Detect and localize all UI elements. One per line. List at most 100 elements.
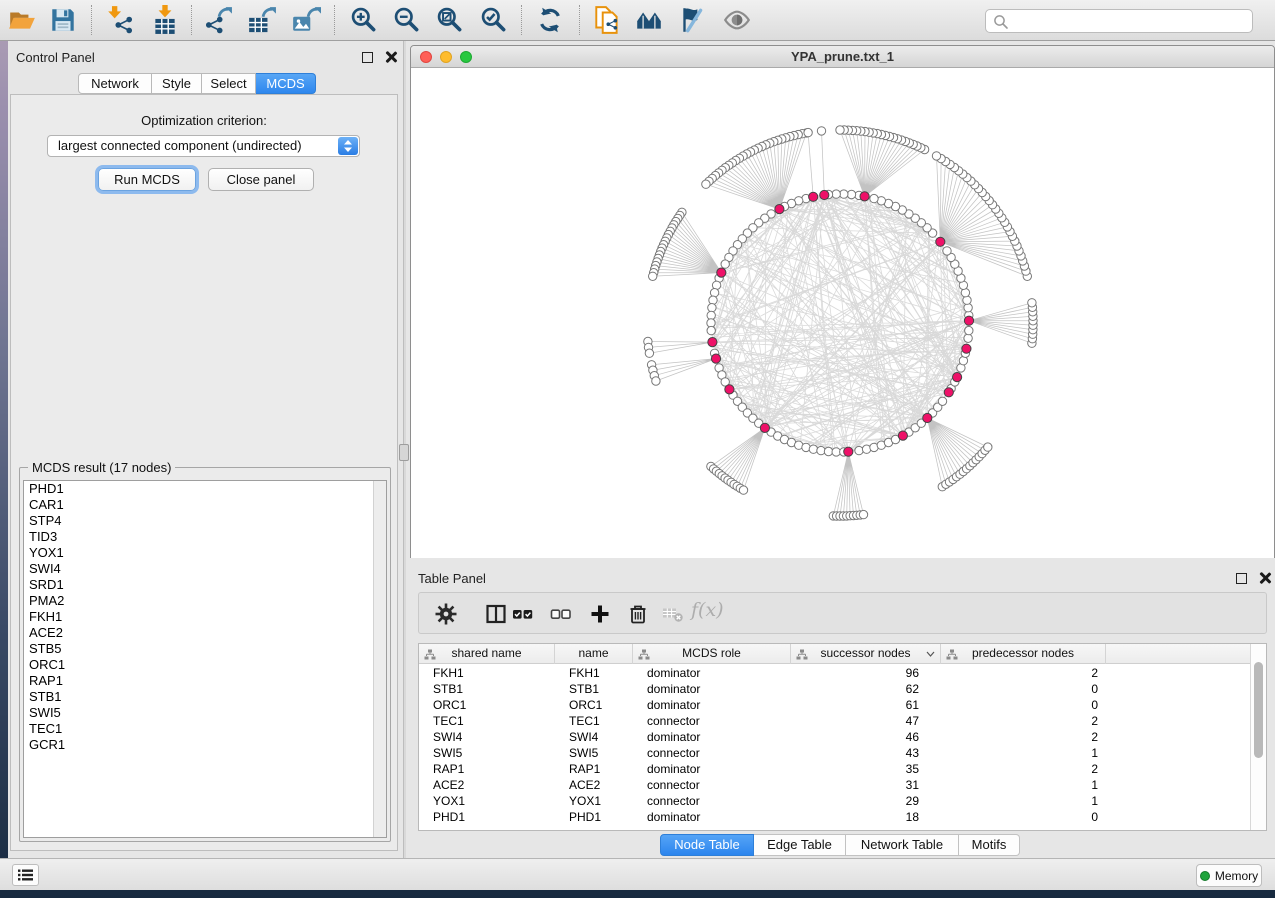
mcds-hub-node[interactable] bbox=[717, 268, 726, 277]
tab-mcds[interactable]: MCDS bbox=[256, 73, 316, 94]
network-node[interactable] bbox=[721, 260, 729, 268]
column-header-name[interactable]: name bbox=[555, 644, 633, 664]
zoom-in-icon[interactable] bbox=[349, 5, 379, 35]
vertical-splitter-handle[interactable] bbox=[399, 444, 409, 461]
table-row[interactable]: TEC1TEC1connector472 bbox=[419, 713, 1250, 729]
network-node[interactable] bbox=[847, 190, 855, 198]
network-node[interactable] bbox=[707, 326, 715, 334]
refresh-icon[interactable] bbox=[535, 5, 565, 35]
close-panel-button[interactable]: Close panel bbox=[208, 168, 314, 191]
memory-button[interactable]: Memory bbox=[1196, 864, 1262, 887]
close-panel-icon[interactable] bbox=[384, 50, 397, 63]
flag-visibility-icon[interactable] bbox=[677, 5, 707, 35]
mcds-hub-node[interactable] bbox=[711, 354, 720, 363]
mcds-hub-node[interactable] bbox=[964, 316, 973, 325]
mcds-hub-node[interactable] bbox=[944, 388, 953, 397]
network-node[interactable] bbox=[708, 304, 716, 312]
table-scrollbar[interactable] bbox=[1250, 644, 1266, 830]
network-leaf-node[interactable] bbox=[702, 180, 710, 188]
network-leaf-node[interactable] bbox=[645, 349, 653, 357]
network-node[interactable] bbox=[938, 397, 946, 405]
split-columns-icon[interactable] bbox=[484, 602, 508, 626]
network-leaf-node[interactable] bbox=[859, 510, 867, 518]
mcds-hub-node[interactable] bbox=[923, 413, 932, 422]
zoom-fit-icon[interactable] bbox=[435, 5, 465, 35]
network-node[interactable] bbox=[855, 446, 863, 454]
table-row[interactable]: ORC1ORC1dominator610 bbox=[419, 697, 1250, 713]
column-header-predecessor-nodes[interactable]: predecessor nodes bbox=[941, 644, 1106, 664]
mcds-result-node[interactable]: ORC1 bbox=[24, 657, 386, 673]
mcds-result-node[interactable]: STB5 bbox=[24, 641, 386, 657]
network-node[interactable] bbox=[870, 194, 878, 202]
close-table-panel-icon[interactable] bbox=[1258, 571, 1271, 584]
mcds-result-node[interactable]: PHD1 bbox=[24, 481, 386, 497]
mcds-result-node[interactable]: PMA2 bbox=[24, 593, 386, 609]
table-scrollbar-thumb[interactable] bbox=[1254, 662, 1263, 758]
search-input[interactable] bbox=[1012, 11, 1250, 31]
mcds-result-node[interactable]: RAP1 bbox=[24, 673, 386, 689]
save-session-icon[interactable] bbox=[48, 5, 78, 35]
column-header-MCDS-role[interactable]: MCDS role bbox=[633, 644, 791, 664]
mcds-hub-node[interactable] bbox=[725, 385, 734, 394]
mcds-result-node[interactable]: YOX1 bbox=[24, 545, 386, 561]
network-canvas[interactable] bbox=[411, 69, 1274, 558]
tab-select[interactable]: Select bbox=[202, 73, 256, 94]
mcds-hub-node[interactable] bbox=[898, 431, 907, 440]
mcds-result-node[interactable]: SRD1 bbox=[24, 577, 386, 593]
network-node[interactable] bbox=[943, 247, 951, 255]
import-table-icon[interactable] bbox=[150, 5, 180, 35]
network-node[interactable] bbox=[963, 296, 971, 304]
table-row[interactable]: YOX1YOX1connector291 bbox=[419, 793, 1250, 809]
table-row[interactable]: RAP1RAP1dominator352 bbox=[419, 761, 1250, 777]
mcds-result-node[interactable]: FKH1 bbox=[24, 609, 386, 625]
network-node[interactable] bbox=[832, 190, 840, 198]
tab-motifs[interactable]: Motifs bbox=[959, 834, 1020, 856]
network-node[interactable] bbox=[965, 326, 973, 334]
mcds-result-list[interactable]: PHD1CAR1STP4TID3YOX1SWI4SRD1PMA2FKH1ACE2… bbox=[23, 480, 387, 838]
table-row[interactable]: SWI5SWI5connector431 bbox=[419, 745, 1250, 761]
network-leaf-node[interactable] bbox=[649, 272, 657, 280]
document-network-icon[interactable] bbox=[592, 5, 622, 35]
mcds-result-node[interactable]: TEC1 bbox=[24, 721, 386, 737]
float-table-panel-icon[interactable] bbox=[1236, 573, 1247, 584]
column-header-shared-name[interactable]: shared name bbox=[419, 644, 555, 664]
export-table-icon[interactable] bbox=[247, 5, 277, 35]
tab-edge-table[interactable]: Edge Table bbox=[754, 834, 846, 856]
table-row[interactable]: ACE2ACE2connector311 bbox=[419, 777, 1250, 793]
network-leaf-node[interactable] bbox=[652, 377, 660, 385]
network-node[interactable] bbox=[710, 289, 718, 297]
mcds-result-node[interactable]: TID3 bbox=[24, 529, 386, 545]
network-leaf-node[interactable] bbox=[817, 127, 825, 135]
network-leaf-node[interactable] bbox=[1028, 299, 1036, 307]
run-mcds-button[interactable]: Run MCDS bbox=[98, 168, 196, 191]
network-leaf-node[interactable] bbox=[932, 152, 940, 160]
binoculars-icon[interactable] bbox=[634, 5, 664, 35]
export-network-icon[interactable] bbox=[203, 5, 233, 35]
tab-network[interactable]: Network bbox=[78, 73, 152, 94]
import-network-icon[interactable] bbox=[105, 5, 135, 35]
mcds-hub-node[interactable] bbox=[760, 423, 769, 432]
table-row[interactable]: STB1STB1dominator620 bbox=[419, 681, 1250, 697]
mcds-hub-node[interactable] bbox=[844, 447, 853, 456]
table-row[interactable]: SWI4SWI4dominator462 bbox=[419, 729, 1250, 745]
status-menu-button[interactable] bbox=[12, 864, 39, 886]
tab-network-table[interactable]: Network Table bbox=[846, 834, 959, 856]
mcds-hub-node[interactable] bbox=[820, 190, 829, 199]
mcds-result-node[interactable]: ACE2 bbox=[24, 625, 386, 641]
mcds-hub-node[interactable] bbox=[809, 192, 818, 201]
network-leaf-node[interactable] bbox=[984, 443, 992, 451]
mcds-result-node[interactable]: CAR1 bbox=[24, 497, 386, 513]
select-all-icon[interactable] bbox=[511, 602, 535, 626]
open-file-icon[interactable] bbox=[7, 5, 37, 35]
mcds-hub-node[interactable] bbox=[708, 338, 717, 347]
tab-node-table[interactable]: Node Table bbox=[660, 834, 754, 856]
zoom-selected-icon[interactable] bbox=[479, 5, 509, 35]
network-node[interactable] bbox=[824, 447, 832, 455]
mcds-result-node[interactable]: STB1 bbox=[24, 689, 386, 705]
mcds-hub-node[interactable] bbox=[953, 373, 962, 382]
tab-style[interactable]: Style bbox=[152, 73, 202, 94]
function-builder-icon[interactable]: f(x) bbox=[691, 599, 724, 621]
eye-icon[interactable] bbox=[722, 5, 752, 35]
table-row[interactable]: PHD1PHD1dominator180 bbox=[419, 809, 1250, 825]
table-row[interactable]: FKH1FKH1dominator962 bbox=[419, 665, 1250, 681]
